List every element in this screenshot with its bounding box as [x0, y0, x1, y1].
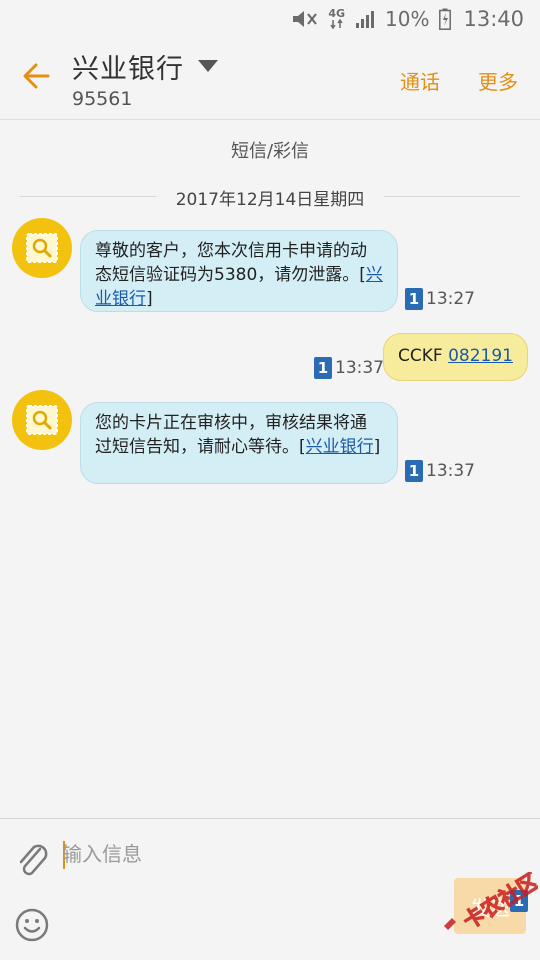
conversation-header: 兴业银行 95561 通话 更多 [0, 38, 540, 120]
paperclip-icon [19, 844, 48, 876]
message-time: 13:37 [426, 461, 475, 481]
call-button[interactable]: 通话 [400, 66, 440, 95]
message-meta: 1 13:37 [314, 357, 384, 379]
emoji-button[interactable] [14, 907, 50, 943]
message-text: CCKF [398, 346, 449, 366]
status-time: 13:40 [463, 7, 524, 31]
divider [384, 196, 520, 197]
status-bar: 4G 10% 13:40 [0, 0, 540, 38]
mute-icon [290, 9, 318, 29]
back-button[interactable] [20, 60, 52, 92]
message-link[interactable]: 082191 [448, 346, 513, 366]
network-4g-icon: 4G [328, 7, 346, 29]
signal-icon [355, 9, 375, 29]
message-input[interactable] [62, 833, 462, 875]
sender-avatar[interactable] [12, 390, 72, 450]
sim-badge: 1 [405, 460, 423, 482]
triangle-down-icon[interactable] [197, 58, 219, 74]
contact-name[interactable]: 兴业银行 [72, 47, 184, 86]
search-card-icon [26, 405, 58, 435]
message-text-suffix: ] [146, 289, 153, 309]
search-card-icon [26, 233, 58, 263]
sim-badge: 1 [314, 357, 332, 379]
message-link[interactable]: 兴业银行 [306, 437, 374, 457]
sender-avatar[interactable] [12, 218, 72, 278]
message-meta: 1 13:27 [405, 288, 475, 310]
battery-percent: 10% [385, 7, 430, 31]
send-sim-badge[interactable]: 1 [510, 890, 528, 912]
more-button[interactable]: 更多 [478, 66, 518, 95]
contact-number: 95561 [72, 88, 133, 110]
conversation-type-label: 短信/彩信 [230, 141, 310, 162]
message-text-suffix: ] [373, 437, 381, 457]
message-bubble-incoming[interactable]: 您的卡片正在审核中，审核结果将通过短信告知，请耐心等待。[兴业银行] [80, 402, 398, 484]
battery-icon [439, 8, 452, 30]
network-type: 4G [328, 7, 346, 20]
message-time: 13:37 [335, 358, 384, 378]
message-text: 尊敬的客户，您本次信用卡申请的动态短信验证码为5380，请勿泄露。[ [95, 241, 367, 285]
message-meta: 1 13:37 [405, 460, 475, 482]
date-label: 2017年12月14日星期四 [175, 190, 365, 210]
attach-button[interactable] [14, 839, 50, 879]
message-bubble-incoming[interactable]: 尊敬的客户，您本次信用卡申请的动态短信验证码为5380，请勿泄露。[兴业银行] [80, 230, 398, 312]
message-bubble-outgoing[interactable]: CCKF 082191 [383, 333, 528, 381]
arrow-left-icon [23, 63, 50, 89]
message-time: 13:27 [426, 289, 475, 309]
date-separator: 2017年12月14日星期四 [0, 184, 540, 210]
smiley-icon [15, 908, 49, 942]
sim-badge: 1 [405, 288, 423, 310]
